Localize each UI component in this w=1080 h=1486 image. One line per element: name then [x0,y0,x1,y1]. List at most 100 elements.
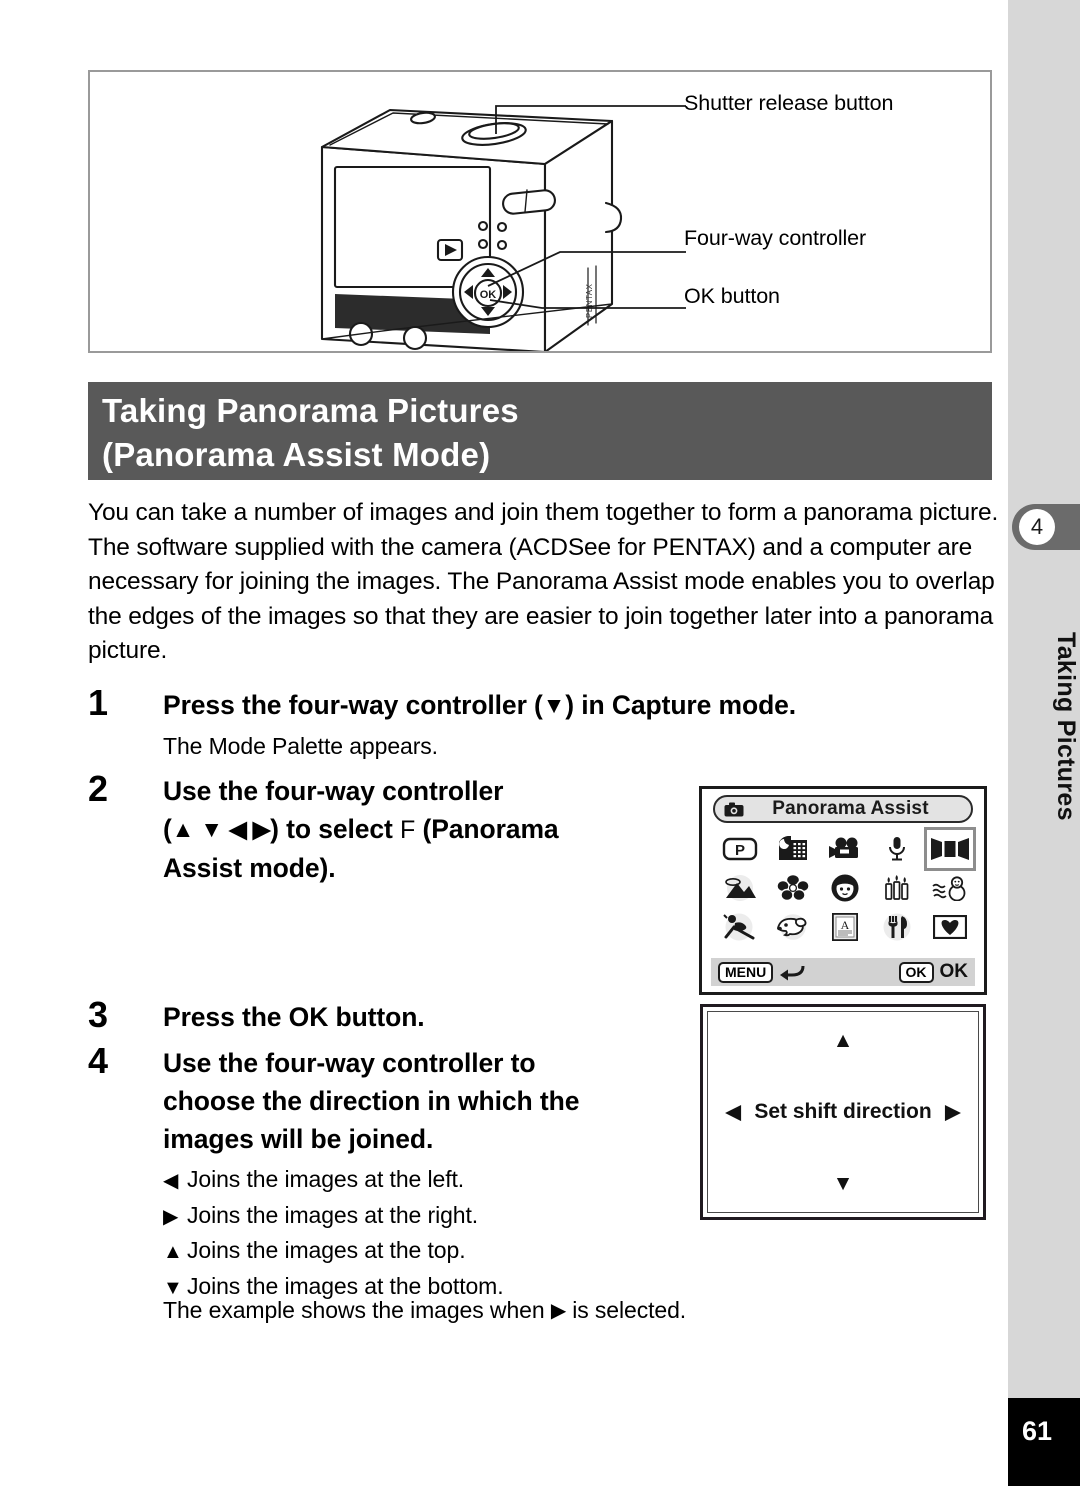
right-arrow-icon: ▶ [163,1205,179,1228]
portrait-icon [831,874,859,902]
section-title-banner: Taking Panorama Pictures (Panorama Assis… [88,382,992,480]
callout-label-shutter-release-button: Shutter release button [684,91,894,115]
step-2-heading: Use the four-way controller (▲ ▼ ◀ ▶) to… [163,772,683,887]
mode-icon-food[interactable] [874,908,920,946]
chapter-title-vertical: Taking Pictures [1052,631,1080,821]
svg-text:PENTAX: PENTAX [585,283,594,318]
four-way-arrows-icon: ▲ ▼ ◀ ▶ [171,816,271,843]
mode-palette-footer: MENU OK OK [711,958,975,986]
list-item: ▲ Joins the images at the top. [163,1234,504,1270]
list-item-label: Joins the images at the bottom. [187,1272,504,1299]
mode-icon-landscape[interactable] [717,869,763,907]
panorama-assist-icon [930,837,969,860]
list-item-label: Joins the images at the top. [187,1237,466,1263]
mode-icon-voice-recording[interactable] [874,830,920,868]
intro-paragraph: You can take a number of images and join… [88,499,999,664]
page-number: 61 [1008,1398,1080,1486]
svg-text:A: A [841,918,850,932]
sport-icon [723,913,755,941]
mode-icon-pet[interactable] [770,908,816,946]
example-note: The example shows the images when ▶ is s… [163,1297,686,1324]
list-item-label: Joins the images at the left. [187,1166,465,1192]
mode-icon-sport[interactable] [717,908,763,946]
step-4-heading-line2: choose the direction in which the [163,1086,580,1116]
flower-icon [776,873,809,902]
menu-key[interactable]: MENU [718,961,774,983]
mode-icon-candlelight[interactable] [874,869,920,907]
step-2-number: 2 [88,768,109,809]
direction-list: ◀ Joins the images at the left. ▶ Joins th… [163,1163,504,1305]
mode-icon-flower[interactable] [770,869,816,907]
mode-palette-grid: P A [714,826,976,947]
step-2-heading-line2: (▲ ▼ ◀ ▶) to select F (Panorama [163,810,683,849]
night-scene-icon [778,835,807,860]
example-note-before: The example shows the images when [163,1297,551,1323]
movie-icon [828,837,858,858]
mode-icon-portrait[interactable] [822,869,868,907]
shift-direction-label: Set shift direction [754,1100,932,1123]
food-icon [883,913,911,941]
mode-palette-title: Panorama Assist [772,798,929,819]
mode-icon-frame-composite[interactable] [927,908,973,946]
step-3-heading: Press the OK button. [163,1002,425,1032]
mode-icon-snow[interactable] [927,869,973,907]
right-arrow-icon[interactable]: ▶ [945,1102,961,1123]
callout-label-four-way-controller: Four-way controller [684,226,867,250]
mode-palette-titlebar: Panorama Assist [713,795,973,823]
down-arrow-icon: ▼ [542,692,566,719]
section-title-line1: Taking Panorama Pictures [102,392,519,429]
voice-recording-icon [889,836,906,861]
panorama-assist-mode-icon: F [400,816,416,844]
candlelight-icon [885,874,909,900]
step-3-number: 3 [88,994,109,1035]
shift-direction-screen: ▲ ◀ Set shift direction ▶ ▼ [700,1004,986,1220]
step-2-heading-line1: Use the four-way controller [163,776,504,806]
pet-icon [776,914,807,941]
step-2-heading-line3: Assist mode). [163,853,336,883]
down-arrow-icon[interactable]: ▼ [833,1173,854,1194]
camera-icon [724,802,744,816]
up-arrow-icon[interactable]: ▲ [833,1030,854,1051]
right-arrow-icon: ▶ [550,1300,566,1323]
shift-direction-inner-frame: ▲ ◀ Set shift direction ▶ ▼ [707,1011,979,1213]
step-2-select-text: ) to select [270,814,401,844]
menu-key-group[interactable]: MENU [718,961,805,983]
mode-icon-program[interactable]: P [717,830,763,868]
ok-key[interactable]: OK [898,961,934,983]
step-4-number: 4 [88,1040,109,1081]
snow-icon [932,876,966,901]
step-1-heading-text-before: Press the four-way controller ( [163,690,543,720]
mode-icon-movie[interactable] [822,830,868,868]
text-icon: A [831,913,858,942]
step-2-paren-open: ( [163,814,172,844]
ok-label: OK [939,961,969,982]
mode-icon-text[interactable]: A [822,908,868,946]
mode-icon-panorama-assist[interactable] [923,826,976,871]
step-4-heading: Use the four-way controller to choose th… [163,1044,683,1158]
svg-text:OK: OK [480,289,497,301]
left-arrow-icon: ◀ [163,1170,179,1192]
step-2-mode-name: (Panorama [415,814,559,844]
chapter-number-badge: 4 [1019,509,1055,545]
step-1-subtext: The Mode Palette appears. [163,733,438,759]
step-1-heading-text-after: ) in Capture mode. [565,690,797,720]
program-mode-icon: P [722,837,758,860]
landscape-icon [725,874,757,901]
example-note-after: is selected. [565,1297,687,1323]
frame-composite-icon [932,915,967,940]
list-item: ◀ Joins the images at the left. [163,1163,504,1199]
mode-icon-night-scene[interactable] [770,830,816,868]
step-4-heading-line1: Use the four-way controller to [163,1048,536,1078]
callout-label-ok-button: OK button [684,284,780,308]
list-item: ▶ Joins the images at the right. [163,1199,504,1235]
step-4-heading-line3: images will be joined. [163,1124,434,1154]
up-arrow-icon: ▲ [163,1241,183,1263]
step-1-number: 1 [88,682,109,723]
list-item-label: Joins the images at the right. [187,1201,479,1228]
step-1-heading: Press the four-way controller (▼) in Cap… [163,686,1003,724]
section-title-line2: (Panorama Assist Mode) [102,436,491,473]
mode-palette-screen: Panorama Assist P A MENU OK OK [699,786,987,995]
svg-text:P: P [735,842,745,859]
back-arrow-icon [780,965,805,980]
ok-key-group[interactable]: OK OK [898,961,969,983]
